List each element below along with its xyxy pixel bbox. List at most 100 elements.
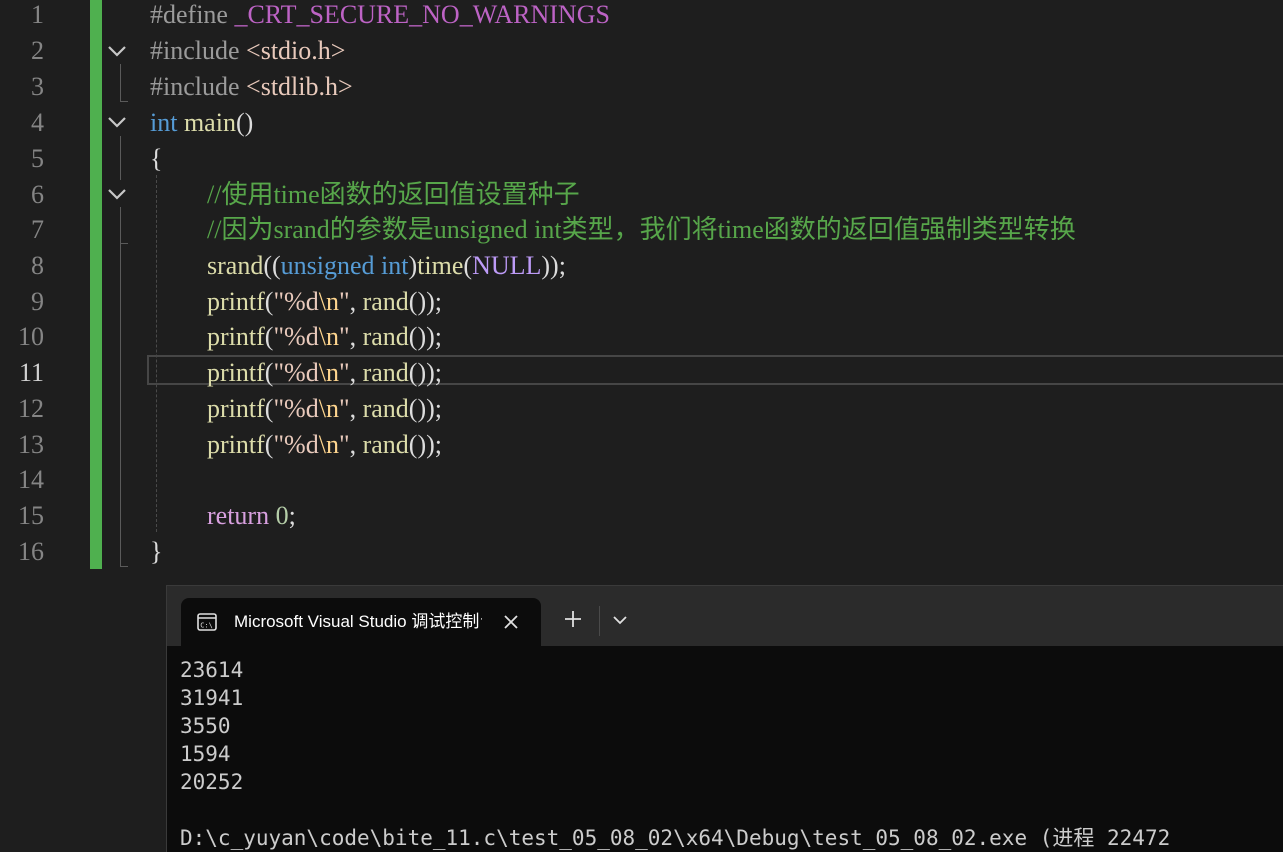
punctuation: , <box>349 394 363 423</box>
code-line[interactable]: printf("%d\n", rand()); <box>207 284 442 320</box>
code-line[interactable]: int main() <box>150 105 253 141</box>
terminal-window[interactable]: C:\ Microsoft Visual Studio 调试控制台 23614 3… <box>166 585 1283 852</box>
escape-sequence: \n <box>318 287 339 316</box>
line-number: 4 <box>31 108 44 137</box>
code-line[interactable]: } <box>150 534 162 570</box>
escape-sequence: \n <box>318 358 339 387</box>
string-literal: "%d <box>273 358 319 387</box>
output-line: 20252 <box>180 770 244 794</box>
line-number: 5 <box>31 144 44 173</box>
string-literal: " <box>338 394 350 423</box>
preprocessor-directive: #include <box>150 72 240 101</box>
code-line[interactable]: #include <stdio.h> <box>150 33 345 69</box>
punctuation: ()); <box>408 358 442 387</box>
keyword: unsigned <box>280 251 375 280</box>
string-literal: "%d <box>273 394 319 423</box>
terminal-output: 23614 31941 3550 1594 20252 <box>180 656 243 796</box>
string-literal: "%d <box>273 430 319 459</box>
code-line[interactable]: printf("%d\n", rand()); <box>207 427 442 463</box>
line-number: 3 <box>31 72 44 101</box>
include-header: <stdlib.h> <box>246 72 353 101</box>
punctuation: , <box>349 322 363 351</box>
string-literal: " <box>338 322 350 351</box>
string-literal: "%d <box>273 287 319 316</box>
string-literal: "%d <box>273 322 319 351</box>
fold-chevron-down-icon[interactable] <box>106 183 128 205</box>
line-number: 6 <box>31 180 44 209</box>
punctuation: () <box>235 108 254 137</box>
code-line[interactable]: srand((unsigned int)time(NULL)); <box>207 248 566 284</box>
line-number: 2 <box>31 36 44 65</box>
line-number: 9 <box>31 287 44 316</box>
code-line-current[interactable]: printf("%d\n", rand()); <box>207 355 442 391</box>
outline-line <box>120 64 121 102</box>
line-number: 7 <box>31 215 44 244</box>
preprocessor-directive: #define <box>150 0 228 29</box>
include-header: <stdio.h> <box>246 36 346 65</box>
function-name: printf <box>207 322 265 351</box>
number-literal: 0 <box>275 501 289 530</box>
preprocessor-directive: #include <box>150 36 240 65</box>
line-number: 15 <box>18 501 44 530</box>
line-number: 1 <box>31 0 44 29</box>
output-line: 3550 <box>180 714 231 738</box>
code-line[interactable]: { <box>150 141 162 177</box>
terminal-tab-bar: C:\ Microsoft Visual Studio 调试控制台 <box>167 586 1283 646</box>
close-brace: } <box>150 537 163 566</box>
code-line[interactable]: #define _CRT_SECURE_NO_WARNINGS <box>150 0 610 33</box>
keyword: int <box>150 108 178 137</box>
macro-name: _CRT_SECURE_NO_WARNINGS <box>234 0 610 29</box>
code-line[interactable]: //因为srand的参数是unsigned int类型，我们将time函数的返回… <box>207 212 1076 248</box>
outline-line <box>120 566 128 567</box>
open-brace: { <box>150 144 163 173</box>
console-icon: C:\ <box>197 612 217 632</box>
fold-chevron-down-icon[interactable] <box>106 40 128 62</box>
line-number-current: 11 <box>18 358 44 387</box>
function-name: time <box>417 251 464 280</box>
line-number: 14 <box>18 465 44 494</box>
chevron-down-icon[interactable] <box>611 611 629 629</box>
change-indicator-bar <box>90 0 102 569</box>
fold-chevron-down-icon[interactable] <box>106 111 128 133</box>
code-line[interactable]: #include <stdlib.h> <box>150 69 353 105</box>
outline-line <box>120 207 121 244</box>
outline-line <box>120 136 121 180</box>
function-name: printf <box>207 430 265 459</box>
escape-sequence: \n <box>318 394 339 423</box>
process-exit-line: D:\c_yuyan\code\bite_11.c\test_05_08_02\… <box>180 826 1171 850</box>
function-name: rand <box>362 430 409 459</box>
code-line[interactable]: return 0; <box>207 498 296 534</box>
line-number: 8 <box>31 251 44 280</box>
function-name: printf <box>207 358 265 387</box>
outline-line <box>120 244 121 567</box>
terminal-tab[interactable]: C:\ Microsoft Visual Studio 调试控制台 <box>181 598 541 646</box>
function-name: srand <box>207 251 264 280</box>
punctuation: ; <box>288 501 296 530</box>
punctuation: ()); <box>408 394 442 423</box>
function-name: rand <box>362 394 409 423</box>
punctuation: , <box>349 287 363 316</box>
new-tab-plus-icon[interactable] <box>562 608 584 630</box>
punctuation: , <box>349 430 363 459</box>
comment: //使用time函数的返回值设置种子 <box>207 180 580 209</box>
punctuation: )); <box>541 251 566 280</box>
null-macro: NULL <box>472 251 542 280</box>
outline-line <box>120 101 128 102</box>
code-line[interactable]: printf("%d\n", rand()); <box>207 391 442 427</box>
string-literal: " <box>338 358 350 387</box>
code-editor[interactable]: 1 2 3 4 5 6 7 8 9 10 11 12 13 14 15 16 #… <box>0 0 1283 585</box>
function-name: printf <box>207 394 265 423</box>
punctuation: (( <box>263 251 281 280</box>
close-icon[interactable] <box>501 612 521 632</box>
function-name: printf <box>207 287 265 316</box>
line-number: 16 <box>18 537 44 566</box>
punctuation: ()); <box>408 322 442 351</box>
outline-line <box>120 243 128 244</box>
escape-sequence: \n <box>318 322 339 351</box>
code-line[interactable]: //使用time函数的返回值设置种子 <box>207 177 580 213</box>
comment: //因为srand的参数是unsigned int类型，我们将time函数的返回… <box>207 215 1076 244</box>
string-literal: " <box>338 287 350 316</box>
output-line: 1594 <box>180 742 231 766</box>
punctuation: ( <box>463 251 473 280</box>
code-line[interactable]: printf("%d\n", rand()); <box>207 319 442 355</box>
